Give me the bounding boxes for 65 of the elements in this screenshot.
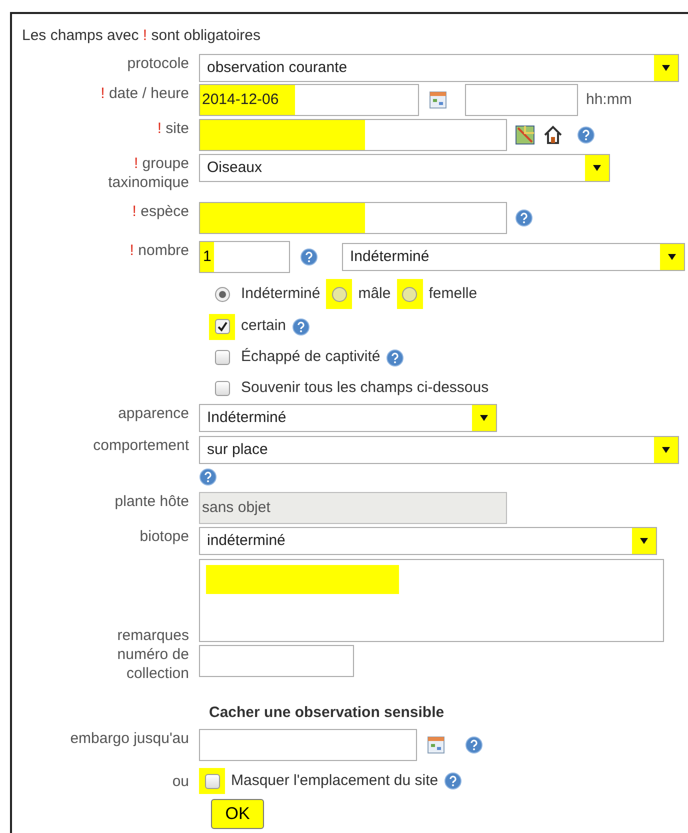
input-field[interactable] — [199, 645, 354, 677]
input-field[interactable]: 2014-12-06 — [199, 84, 419, 116]
section-heading: Cacher une observation sensible — [209, 702, 444, 723]
radio-label: Indéterminé — [241, 284, 320, 304]
text-area[interactable] — [199, 559, 664, 642]
checkbox[interactable] — [214, 381, 230, 396]
caret-icon — [661, 446, 671, 454]
field-label: embargo jusqu'au — [70, 729, 189, 748]
dropdown[interactable]: indéterminé — [199, 527, 657, 555]
dropdown[interactable]: Oiseaux — [199, 154, 610, 182]
time-hint: hh:mm — [586, 90, 632, 110]
checkbox[interactable] — [214, 319, 230, 334]
dropdown[interactable]: Indéterminé — [199, 404, 497, 432]
caret-icon — [667, 253, 677, 261]
help-icon[interactable] — [444, 772, 462, 790]
checkbox-label: Échappé de captivité — [241, 347, 380, 368]
radio-button[interactable] — [332, 286, 347, 302]
help-icon[interactable] — [386, 348, 404, 366]
field-label: protocole — [127, 54, 189, 73]
dropdown[interactable]: observation courante — [199, 54, 679, 82]
caret-icon — [661, 64, 671, 72]
input-field[interactable] — [199, 119, 507, 151]
checkbox-label: Souvenir tous les champs ci-dessous — [241, 378, 489, 398]
map-icon[interactable] — [515, 125, 535, 145]
field-label: apparence — [118, 404, 189, 423]
calendar-icon[interactable] — [429, 91, 447, 109]
checkbox-label: Masquer l'emplacement du site — [231, 770, 438, 791]
input-field[interactable]: 1 — [199, 241, 290, 273]
caret-icon — [479, 414, 489, 422]
help-icon[interactable] — [292, 318, 310, 336]
radio-button[interactable] — [402, 286, 418, 302]
radio-label: femelle — [428, 284, 478, 304]
help-icon[interactable] — [199, 468, 217, 486]
field-label: ! espèce — [132, 202, 189, 221]
dropdown[interactable]: Indéterminé — [342, 243, 685, 271]
checkbox-label: certain — [241, 316, 286, 336]
field-label: ou — [172, 772, 189, 790]
help-icon[interactable] — [577, 126, 595, 144]
ok-button[interactable]: OK — [211, 799, 264, 829]
input-field[interactable] — [199, 729, 417, 761]
field-label: numéro de collection — [116, 645, 189, 683]
field-label: plante hôte — [114, 492, 189, 511]
checkbox[interactable] — [204, 774, 220, 788]
checkbox[interactable] — [214, 350, 230, 365]
dropdown[interactable]: sur place — [199, 436, 679, 464]
field-label: comportement — [93, 436, 189, 455]
field-label: ! nombre — [130, 241, 189, 260]
caret-icon — [639, 537, 649, 545]
help-icon[interactable] — [515, 209, 533, 227]
field-label: ! groupe taxinomique — [107, 154, 189, 192]
caret-icon — [592, 164, 602, 172]
help-icon[interactable] — [465, 736, 483, 754]
check-icon — [216, 321, 228, 332]
radio-button[interactable] — [214, 286, 230, 302]
radio-label: mâle — [358, 284, 391, 304]
input-field[interactable] — [199, 202, 507, 234]
field-label: ! date / heure — [100, 84, 189, 103]
help-icon[interactable] — [300, 248, 318, 266]
time-field[interactable] — [465, 84, 578, 116]
field-label: ! site — [157, 119, 189, 138]
field-label: remarques — [117, 626, 189, 645]
required-notice: Les champs avec ! sont obligatoires — [22, 26, 260, 46]
home-icon[interactable] — [543, 125, 563, 145]
field-label: biotope — [140, 527, 189, 546]
calendar-icon[interactable] — [427, 736, 445, 754]
